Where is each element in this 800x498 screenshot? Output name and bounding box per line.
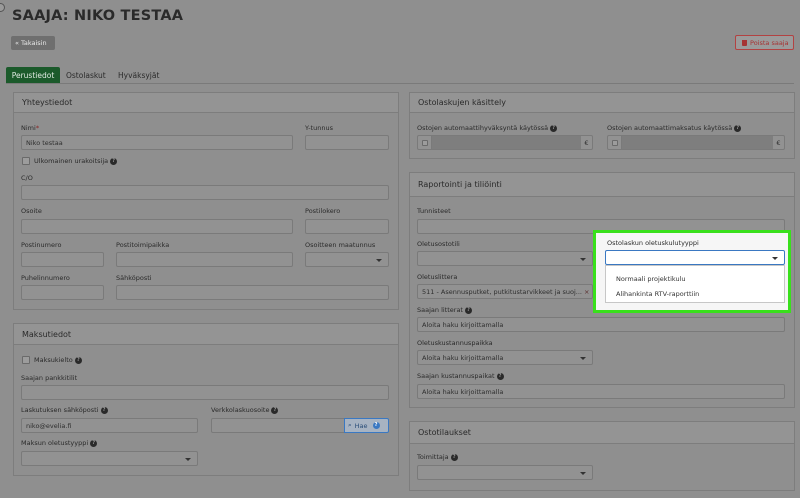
postilokero-input[interactable] <box>305 219 389 234</box>
hyvaksynta-checkbox[interactable] <box>421 139 428 146</box>
back-button-label: Takaisin <box>20 39 47 47</box>
maksukielto-checkbox[interactable] <box>22 356 30 364</box>
ytunnus-input[interactable] <box>305 135 389 150</box>
kulutyyppi-option[interactable]: Alihankinta RTV-raporttiin <box>616 290 699 298</box>
maksatus-input-group: € <box>607 135 785 150</box>
euro-symbol: € <box>584 138 589 147</box>
verkkolasku-label: Verkkolaskuosoite? <box>211 406 279 414</box>
sahkoposti-label: Sähköposti <box>116 274 152 282</box>
oletuskustannuspaikka-label: Oletuskustannuspaikka <box>417 339 493 347</box>
pankkitilit-label: Saajan pankkitilit <box>21 374 78 382</box>
help-icon[interactable]: ? <box>734 124 742 132</box>
tab-hyvaksyjat[interactable]: Hyväksyjät <box>118 67 159 83</box>
oletustyyppi-select[interactable] <box>21 451 198 466</box>
oletuskustannuspaikka-select[interactable]: Aloita haku kirjoittamalla <box>417 350 593 365</box>
pankkitilit-input[interactable] <box>21 385 389 400</box>
double-chevron-left-icon: « <box>15 39 19 47</box>
yhteystiedot-panel: Yhteystiedot <box>13 92 399 310</box>
ostotilaukset-panel: Ostotilaukset <box>409 421 795 491</box>
postinumero-label: Postinumero <box>21 241 62 249</box>
help-icon[interactable]: ? <box>74 356 82 364</box>
back-button[interactable]: « Takaisin <box>11 36 55 50</box>
kulutyyppi-label: Ostolaskun oletuskulutyyppi <box>607 239 699 247</box>
trash-icon <box>742 39 747 46</box>
hyvaksynta-label: Ostojen automaattihyväksyntä käytössä? <box>417 124 558 132</box>
toimittaja-select[interactable] <box>417 465 593 480</box>
help-icon[interactable]: ? <box>450 453 458 461</box>
ostotilaukset-title: Ostotilaukset <box>410 422 794 444</box>
postinumero-input[interactable] <box>21 252 104 267</box>
oletuslittera-select[interactable]: 511 - Asennusputket, putkitustarvikkeet … <box>417 284 593 299</box>
raportointi-title: Raportointi ja tiliöinti <box>410 173 794 197</box>
help-icon[interactable]: ? <box>464 306 472 314</box>
maksatus-amount-input[interactable] <box>622 136 773 149</box>
maksatus-checkbox[interactable] <box>611 139 618 146</box>
help-icon[interactable]: ? <box>372 422 380 429</box>
maksutiedot-title: Maksutiedot <box>14 324 398 345</box>
hyvaksynta-input-group: € <box>417 135 593 150</box>
kulutyyppi-option[interactable]: Normaali projektikulu <box>616 275 686 283</box>
postilokero-label: Postilokero <box>305 207 341 215</box>
hae-button[interactable]: ⌕ Hae ? <box>344 418 389 433</box>
euro-symbol: € <box>776 138 781 147</box>
osoite-input[interactable] <box>21 219 293 234</box>
nimi-label: Nimi* <box>21 124 40 132</box>
oletustyyppi-label: Maksun oletustyyppi? <box>21 439 98 447</box>
ostolaskujen-kasittely-title: Ostolaskujen käsittely <box>410 93 794 113</box>
search-icon: ⌕ <box>348 421 352 429</box>
verkkolasku-input[interactable] <box>211 418 345 433</box>
maatunnus-select[interactable] <box>305 252 389 267</box>
tab-perustiedot[interactable]: Perustiedot <box>6 67 60 83</box>
oletuslittera-label: Oletuslittera <box>417 273 458 281</box>
oletuslittera-value: 511 - Asennusputket, putkitustarvikkeet … <box>422 287 582 296</box>
delete-recipient-button[interactable]: Poista saaja <box>735 35 794 50</box>
puhelin-input[interactable] <box>21 285 104 300</box>
maksatus-label: Ostojen automaattimaksatus käytössä? <box>607 124 742 132</box>
puhelin-label: Puhelinnumero <box>21 274 70 282</box>
saajan-litterat-label: Saajan litterat? <box>417 306 472 314</box>
clear-icon[interactable]: × <box>584 288 589 296</box>
hae-label: Hae <box>354 421 368 430</box>
help-icon[interactable]: ? <box>271 406 279 414</box>
page-title: SAAJA: NIKO TESTAA <box>12 8 184 24</box>
postitoimipaikka-label: Postitoimipaikka <box>116 241 170 249</box>
tunnisteet-label: Tunnisteet <box>417 207 451 215</box>
kulutyyppi-dropdown-list: Normaali projektikulu Alihankinta RTV-ra… <box>605 265 785 303</box>
co-label: C/O <box>21 174 33 182</box>
postitoimipaikka-input[interactable] <box>116 252 293 267</box>
help-icon[interactable]: ? <box>496 372 504 380</box>
oletusostotili-label: Oletusostotili <box>417 240 460 248</box>
corner-circle-icon <box>0 3 5 12</box>
saajan-litterat-input[interactable]: Aloita haku kirjoittamalla <box>417 317 785 332</box>
ytunnus-label: Y-tunnus <box>305 124 333 132</box>
ulkomainen-label: Ulkomainen urakoitsija? <box>34 157 118 165</box>
hyvaksynta-amount-input[interactable] <box>432 136 581 149</box>
kulutyyppi-select[interactable] <box>605 250 785 265</box>
laskutus-email-label: Laskutuksen sähköposti? <box>21 406 108 414</box>
osoite-label: Osoite <box>21 207 42 215</box>
help-icon[interactable]: ? <box>90 439 98 447</box>
sahkoposti-input[interactable] <box>116 285 389 300</box>
yhteystiedot-title: Yhteystiedot <box>14 93 398 113</box>
help-icon[interactable]: ? <box>110 157 118 165</box>
tab-divider <box>6 83 794 84</box>
toimittaja-label: Toimittaja? <box>417 453 458 461</box>
oletusostotili-select[interactable] <box>417 251 593 266</box>
maksukielto-label: Maksukielto? <box>34 356 82 364</box>
co-input[interactable] <box>21 185 389 200</box>
help-icon[interactable]: ? <box>550 124 558 132</box>
laskutus-email-input[interactable]: niko@evelia.fi <box>21 418 198 433</box>
delete-button-label: Poista saaja <box>750 38 789 47</box>
nimi-input[interactable]: Niko testaa <box>21 135 293 150</box>
saajan-kustannuspaikat-label: Saajan kustannuspaikat? <box>417 372 504 380</box>
tab-ostolaskut[interactable]: Ostolaskut <box>66 67 106 83</box>
maatunnus-label: Osoitteen maatunnus <box>305 241 376 249</box>
help-icon[interactable]: ? <box>100 406 108 414</box>
ulkomainen-checkbox[interactable] <box>22 157 30 165</box>
saajan-kustannuspaikat-input[interactable]: Aloita haku kirjoittamalla <box>417 384 785 399</box>
